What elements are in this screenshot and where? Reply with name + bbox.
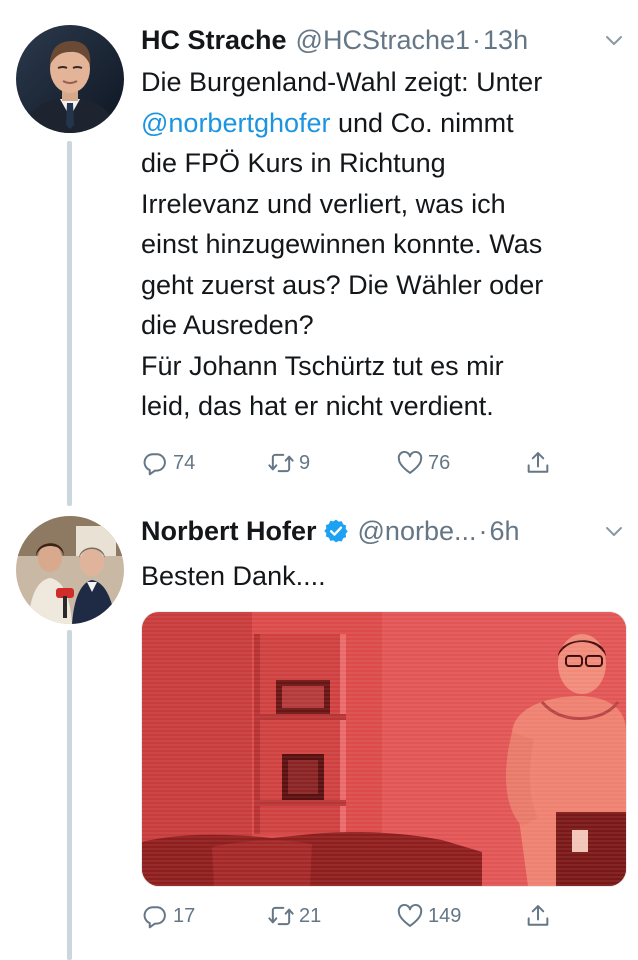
- thread-line: [67, 630, 72, 960]
- reply-count: 74: [173, 451, 196, 474]
- share-icon: [527, 452, 549, 473]
- tweet-text-span: geht zuerst aus? Die Wähler oder: [141, 269, 544, 300]
- tweet-text-line: geht zuerst aus? Die Wähler oder: [141, 265, 624, 306]
- heart-icon: [397, 450, 423, 474]
- retweet-icon: [268, 453, 294, 473]
- author-handle[interactable]: @HCStrache1: [296, 25, 470, 56]
- retweet-count: 21: [299, 904, 322, 927]
- tweet-text-line: @norbertghofer und Co. nimmt: [141, 103, 624, 144]
- tweet-media[interactable]: [141, 611, 627, 887]
- thread-line: [67, 141, 72, 506]
- share-button[interactable]: [524, 445, 552, 481]
- tweet-text-line: Die Burgenland-Wahl zeigt: Unter: [141, 62, 624, 103]
- avatar[interactable]: [16, 516, 124, 624]
- tweet-text: Besten Dank....: [141, 556, 624, 597]
- mention-link[interactable]: @norbertghofer: [141, 108, 331, 138]
- retweet-button[interactable]: 21: [267, 898, 321, 934]
- tweet-text-span: Die Burgenland-Wahl zeigt: Unter: [141, 67, 543, 97]
- chevron-down-icon[interactable]: [604, 30, 624, 50]
- like-count: 149: [428, 904, 462, 927]
- retweet-count: 9: [299, 451, 311, 474]
- share-icon: [527, 905, 549, 926]
- tweet-text-line: Für Johann Tschürtz tut es mir: [141, 346, 624, 387]
- avatar[interactable]: [16, 25, 124, 133]
- author-handle[interactable]: @norbe...: [358, 516, 477, 547]
- tweet-text-line: Irrelevanz und verliert, was ich: [141, 184, 624, 225]
- timestamp[interactable]: 13h: [483, 25, 528, 56]
- avatar-photo-icon: [16, 516, 124, 624]
- separator-dot: ·: [472, 24, 482, 55]
- tweet-text-span: Besten Dank....: [141, 561, 326, 591]
- tweet-text-span: leid, das hat er nicht verdient.: [141, 391, 494, 421]
- tweet-text-line: Besten Dank....: [141, 556, 624, 597]
- tweet-text-span: einst hinzugewinnen konnte. Was: [141, 229, 543, 259]
- author-name[interactable]: Norbert Hofer: [141, 516, 317, 547]
- tweet-text-line: die Ausreden?: [141, 305, 624, 346]
- timestamp[interactable]: 6h: [489, 516, 519, 547]
- heart-icon: [397, 903, 423, 927]
- photo-icon: [142, 612, 626, 886]
- like-count: 76: [428, 451, 451, 474]
- tweet-text-span: und Co. nimmt: [330, 107, 514, 138]
- tweet-header: Norbert Hofer @norbe... · 6h: [141, 511, 624, 551]
- reply-icon: [143, 453, 166, 476]
- tweet-text: Die Burgenland-Wahl zeigt: Unter @norber…: [141, 62, 624, 427]
- like-button[interactable]: 76: [396, 445, 450, 481]
- tweet-actions: 17 21 149: [141, 898, 581, 934]
- tweet-header: HC Strache @HCStrache1 · 13h: [141, 20, 624, 60]
- tweet-text-line: einst hinzugewinnen konnte. Was: [141, 224, 624, 265]
- retweet-button[interactable]: 9: [267, 445, 310, 481]
- tweet-text-line: die FPÖ Kurs in Richtung: [141, 143, 624, 184]
- verified-badge-icon: [323, 519, 348, 543]
- reply-button[interactable]: 74: [141, 445, 195, 481]
- author-name[interactable]: HC Strache: [141, 25, 287, 56]
- avatar-photo-icon: [16, 25, 124, 133]
- like-button[interactable]: 149: [396, 898, 461, 934]
- tweet-text-span: die Ausreden?: [141, 310, 314, 340]
- separator-dot: ·: [478, 515, 488, 546]
- retweet-icon: [268, 906, 294, 926]
- tweet-actions: 74 9 76: [141, 445, 581, 481]
- tweet-text-line: leid, das hat er nicht verdient.: [141, 386, 624, 427]
- reply-icon: [143, 906, 166, 929]
- share-button[interactable]: [524, 898, 552, 934]
- chevron-down-icon[interactable]: [604, 521, 624, 541]
- tweet-text-span: die FPÖ Kurs in Richtung: [141, 148, 446, 178]
- reply-count: 17: [173, 904, 196, 927]
- tweet-text-span: Für Johann Tschürtz tut es mir: [141, 350, 504, 381]
- tweet-text-span: Irrelevanz und verliert, was ich: [141, 188, 506, 219]
- reply-button[interactable]: 17: [141, 898, 195, 934]
